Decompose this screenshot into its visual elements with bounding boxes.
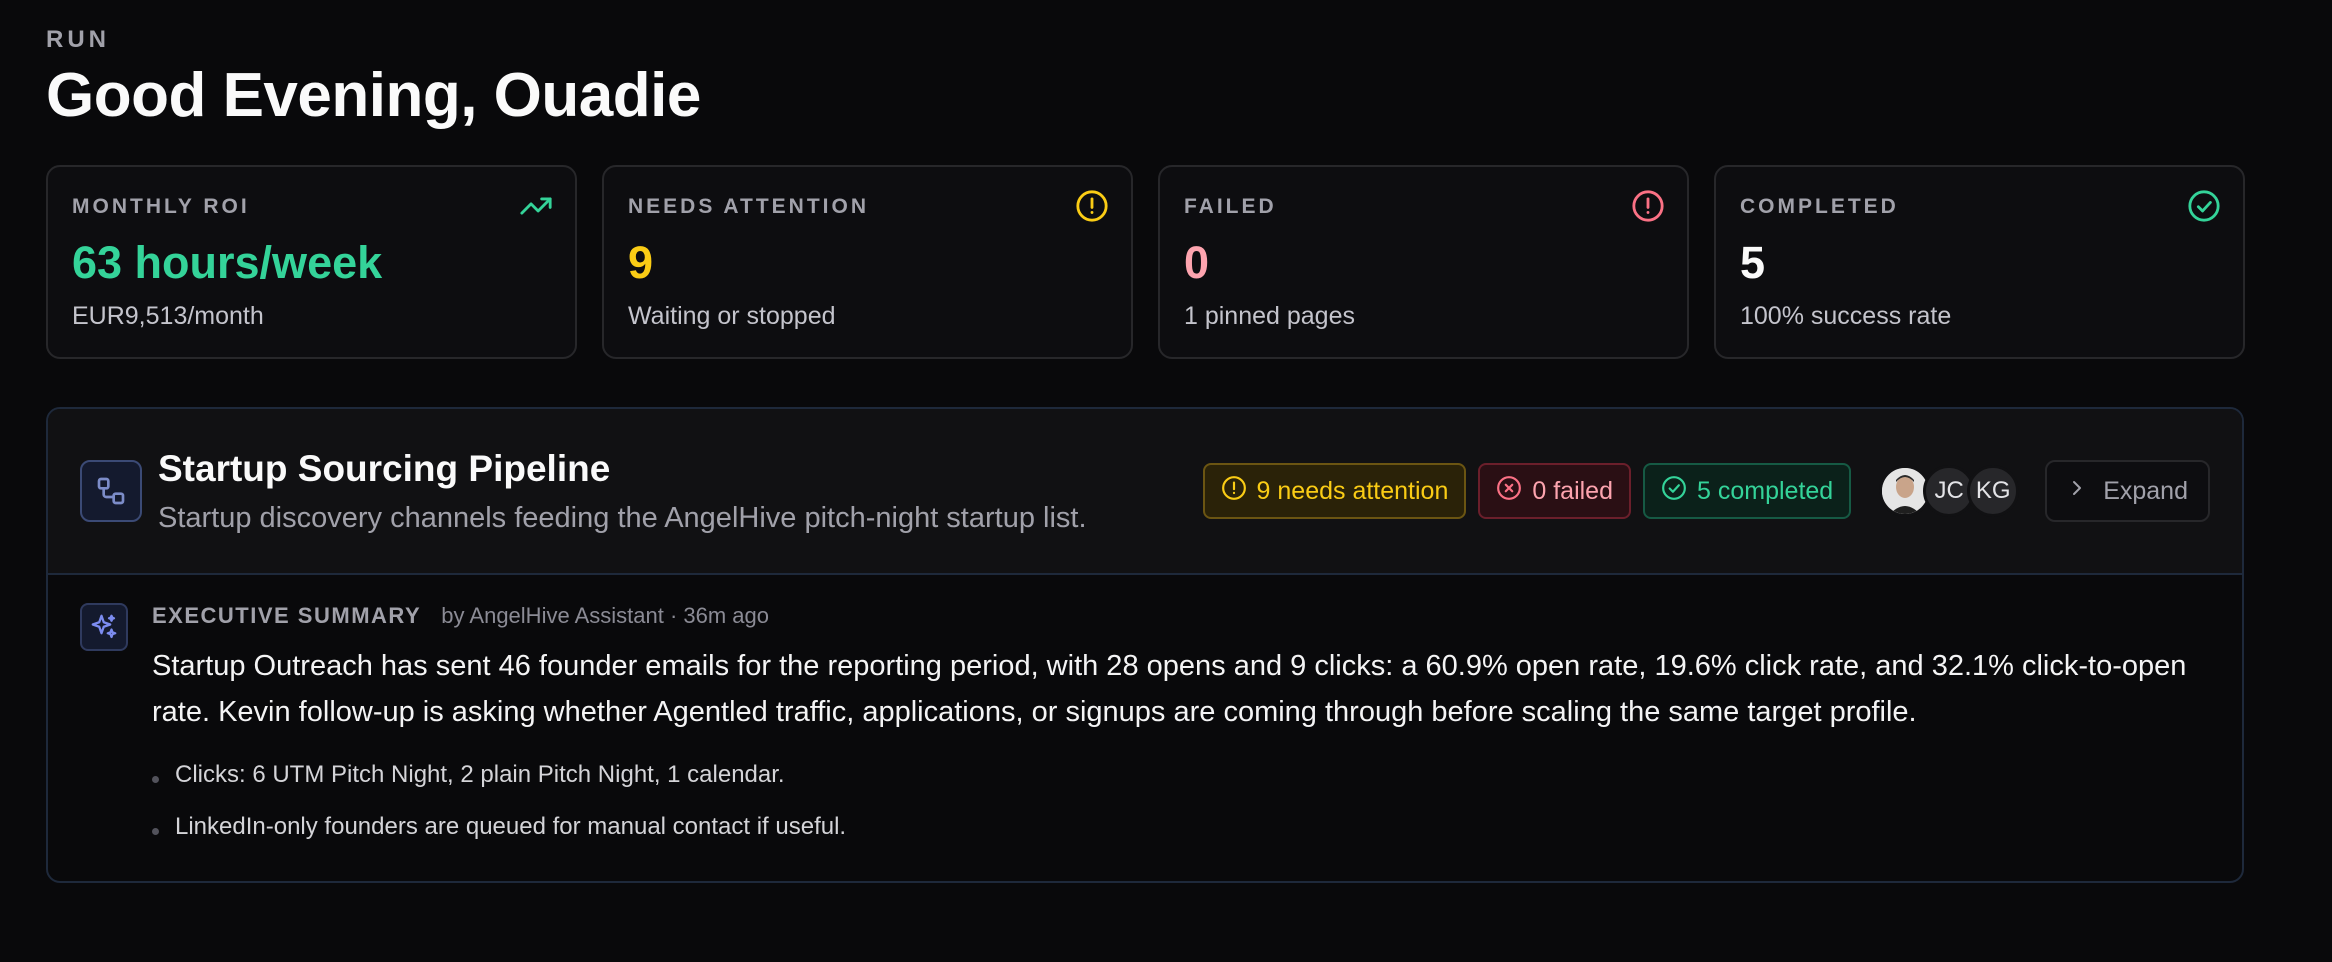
stat-value: 9 (628, 237, 654, 288)
x-circle-icon (1496, 475, 1522, 508)
stat-subtext: Waiting or stopped (628, 302, 836, 331)
stat-card-failed[interactable]: FAILED 0 1 pinned pages (1158, 165, 1689, 359)
stat-label: MONTHLY ROI (72, 195, 250, 218)
expand-button[interactable]: Expand (2045, 460, 2210, 522)
summary-meta: EXECUTIVE SUMMARY by AngelHive Assistant… (152, 603, 2212, 629)
pipeline-header[interactable]: Startup Sourcing Pipeline Startup discov… (48, 409, 2242, 575)
stat-subtext: 1 pinned pages (1184, 302, 1355, 331)
stats-row: MONTHLY ROI 63 hours/week EUR9,513/month… (46, 165, 2286, 359)
list-item: LinkedIn-only founders are queued for ma… (152, 801, 2212, 853)
summary-bullets: Clicks: 6 UTM Pitch Night, 2 plain Pitch… (152, 749, 2212, 853)
page-title: Good Evening, Ouadie (46, 61, 701, 130)
check-circle-icon (1661, 475, 1687, 508)
check-circle-icon (2187, 189, 2221, 223)
alert-circle-icon (1075, 189, 1109, 223)
run-page: RUN Good Evening, Ouadie MONTHLY ROI 63 … (0, 0, 2332, 883)
summary-label: EXECUTIVE SUMMARY (152, 603, 422, 628)
stat-subtext: EUR9,513/month (72, 302, 264, 331)
bullet-text: LinkedIn-only founders are queued for ma… (175, 813, 847, 840)
stat-value: 0 (1184, 237, 1210, 288)
avatar-initials[interactable]: KG (1967, 465, 2020, 517)
badge-label: 5 completed (1697, 476, 1834, 505)
stat-label: COMPLETED (1740, 195, 1899, 218)
expand-label: Expand (2103, 476, 2188, 505)
sparkles-icon (80, 603, 128, 651)
stat-label: FAILED (1184, 195, 1277, 218)
workflow-icon (80, 460, 142, 522)
completed-badge[interactable]: 5 completed (1643, 463, 1852, 519)
stat-value: 63 hours/week (72, 237, 383, 288)
executive-summary: EXECUTIVE SUMMARY by AngelHive Assistant… (48, 575, 2242, 881)
stat-card-monthly-roi[interactable]: MONTHLY ROI 63 hours/week EUR9,513/month (46, 165, 577, 359)
pipeline-title: Startup Sourcing Pipeline (158, 447, 611, 489)
stat-value: 5 (1740, 237, 1766, 288)
list-item: Clicks: 6 UTM Pitch Night, 2 plain Pitch… (152, 749, 2212, 801)
stat-subtext: 100% success rate (1740, 302, 1952, 331)
pipeline-card: Startup Sourcing Pipeline Startup discov… (46, 407, 2244, 883)
avatar-stack: JC KG (1879, 465, 2020, 517)
bullet-text: Clicks: 6 UTM Pitch Night, 2 plain Pitch… (175, 761, 785, 788)
failed-badge[interactable]: 0 failed (1478, 463, 1631, 519)
chevron-right-icon (2065, 476, 2089, 507)
stat-label: NEEDS ATTENTION (628, 195, 870, 218)
summary-author: by AngelHive Assistant · 36m ago (441, 603, 770, 628)
badge-label: 0 failed (1532, 476, 1613, 505)
alert-circle-icon (1221, 475, 1247, 508)
alert-circle-icon (1631, 189, 1665, 223)
stat-card-needs-attention[interactable]: NEEDS ATTENTION 9 Waiting or stopped (602, 165, 1133, 359)
needs-attention-badge[interactable]: 9 needs attention (1202, 463, 1467, 519)
bullet-dot (152, 827, 159, 835)
stat-card-completed[interactable]: COMPLETED 5 100% success rate (1714, 165, 2245, 359)
badge-label: 9 needs attention (1256, 476, 1449, 505)
trending-up-icon (519, 189, 553, 223)
bullet-dot (152, 775, 159, 783)
section-eyebrow: RUN (46, 26, 110, 53)
summary-text: Startup Outreach has sent 46 founder ema… (152, 650, 2187, 728)
pipeline-description: Startup discovery channels feeding the A… (158, 501, 1087, 534)
